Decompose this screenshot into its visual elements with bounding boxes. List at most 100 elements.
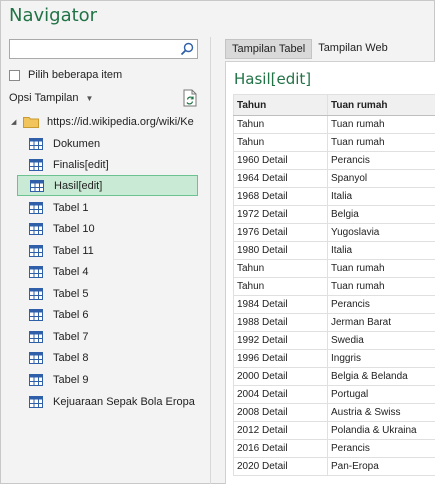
table-icon	[29, 137, 43, 150]
table-row: Tahun Tuan rumah	[233, 133, 435, 152]
tree-item-tabel-7[interactable]: Tabel 7	[17, 326, 198, 347]
table-row: 2004 Detail Portugal	[233, 385, 435, 404]
table-cell: 1972 Detail	[233, 205, 328, 224]
tree-item-label: Kejuaraan Sepak Bola Eropa U...	[53, 395, 198, 408]
table-row: 2000 Detail Belgia & Belanda	[233, 367, 435, 386]
table-cell: Perancis	[327, 295, 435, 314]
table-icon	[29, 287, 43, 300]
chevron-down-icon[interactable]: ▼	[86, 94, 94, 103]
table-row: 1976 Detail Yugoslavia	[233, 223, 435, 242]
table-cell: Tuan rumah	[327, 115, 435, 134]
table-cell: Polandia & Ukraina	[327, 421, 435, 440]
table-cell: 1988 Detail	[233, 313, 328, 332]
tree-item-hasil[interactable]: Hasil[edit]	[17, 175, 198, 196]
table-cell: 1968 Detail	[233, 187, 328, 206]
table-cell: 1976 Detail	[233, 223, 328, 242]
tree-item-label: Tabel 4	[53, 265, 89, 278]
table-cell: Italia	[327, 187, 435, 206]
refresh-icon[interactable]	[182, 89, 198, 107]
multi-select-label: Pilih beberapa item	[28, 69, 123, 81]
table-cell: Tuan rumah	[327, 277, 435, 296]
tree-item-tabel-5[interactable]: Tabel 5	[17, 283, 198, 304]
tree-item-label: Dokumen	[53, 137, 101, 150]
table-cell: 2004 Detail	[233, 385, 328, 404]
preview-pane: Hasil[edit] Tahun Tuan rumah Tahun Tuan r…	[225, 61, 435, 484]
tree-item-tabel-4[interactable]: Tabel 4	[17, 261, 198, 282]
tree-item-kejuaraan[interactable]: Kejuaraan Sepak Bola Eropa U...	[17, 391, 198, 412]
tree-item-label: Tabel 1	[53, 201, 89, 214]
table-row: 2020 Detail Pan-Eropa	[233, 457, 435, 476]
table-row: Tahun Tuan rumah	[233, 259, 435, 278]
tree-item-label: Tabel 10	[53, 222, 95, 235]
table-cell: Portugal	[327, 385, 435, 404]
table-cell: Swedia	[327, 331, 435, 350]
table-cell: Tahun	[233, 259, 328, 278]
tree-item-dokumen[interactable]: Dokumen	[17, 133, 198, 154]
table-cell: Jerman Barat	[327, 313, 435, 332]
table-row: 2012 Detail Polandia & Ukraina	[233, 421, 435, 440]
table-cell: Spanyol	[327, 169, 435, 188]
tree-root-item[interactable]: ◢ https://id.wikipedia.org/wiki/Ke	[11, 111, 201, 133]
column-header-tuan-rumah[interactable]: Tuan rumah	[327, 94, 435, 116]
search-icon[interactable]	[180, 42, 194, 56]
table-cell: Tahun	[233, 115, 328, 134]
display-options-label[interactable]: Opsi Tampilan	[9, 92, 79, 104]
table-row: 1992 Detail Swedia	[233, 331, 435, 350]
preview-table: Tahun Tuan rumah Tahun Tuan rumah Tahun Tu…	[233, 94, 435, 476]
table-row: 1996 Detail Inggris	[233, 349, 435, 368]
tree-item-finalis[interactable]: Finalis[edit]	[17, 154, 198, 175]
expand-caret-icon[interactable]: ◢	[11, 118, 19, 126]
table-row: 2008 Detail Austria & Swiss	[233, 403, 435, 422]
tree-item-tabel-9[interactable]: Tabel 9	[17, 369, 198, 390]
table-row: 1960 Detail Perancis	[233, 151, 435, 170]
tab-web-view[interactable]: Tampilan Web	[312, 39, 394, 59]
folder-icon	[23, 117, 39, 128]
pane-divider[interactable]	[210, 37, 211, 484]
table-cell: Belgia	[327, 205, 435, 224]
table-icon	[29, 308, 43, 321]
table-row: 1968 Detail Italia	[233, 187, 435, 206]
tree-item-tabel-1[interactable]: Tabel 1	[17, 197, 198, 218]
table-icon	[29, 330, 43, 343]
multi-select-row[interactable]: Pilih beberapa item	[9, 67, 122, 83]
tab-table-view[interactable]: Tampilan Tabel	[225, 39, 313, 59]
table-cell: 2016 Detail	[233, 439, 328, 458]
table-cell: Tahun	[233, 133, 328, 152]
table-cell: Yugoslavia	[327, 223, 435, 242]
table-cell: 2012 Detail	[233, 421, 328, 440]
table-icon	[29, 201, 43, 214]
table-row: 1988 Detail Jerman Barat	[233, 313, 435, 332]
table-cell: Tuan rumah	[327, 133, 435, 152]
table-row: 2016 Detail Perancis	[233, 439, 435, 458]
tree-root-label: https://id.wikipedia.org/wiki/Ke	[47, 116, 194, 128]
tree-item-tabel-10[interactable]: Tabel 10	[17, 218, 198, 239]
table-cell: 1996 Detail	[233, 349, 328, 368]
table-cell: Perancis	[327, 439, 435, 458]
table-cell: 1980 Detail	[233, 241, 328, 260]
multi-select-checkbox[interactable]	[9, 69, 20, 81]
table-cell: Italia	[327, 241, 435, 260]
table-icon	[29, 244, 43, 257]
table-cell: 2008 Detail	[233, 403, 328, 422]
tree-item-label: Tabel 11	[53, 244, 94, 257]
tree-item-tabel-8[interactable]: Tabel 8	[17, 347, 198, 368]
table-cell: 2000 Detail	[233, 367, 328, 386]
table-row: 1972 Detail Belgia	[233, 205, 435, 224]
table-row: 1964 Detail Spanyol	[233, 169, 435, 188]
table-header-row: Tahun Tuan rumah	[233, 94, 435, 116]
table-cell: Inggris	[327, 349, 435, 368]
display-options: Opsi Tampilan ▼	[9, 89, 198, 107]
table-cell: Tahun	[233, 277, 328, 296]
table-icon	[29, 373, 43, 386]
navigator-window: Navigator Pilih beberapa item Opsi Tampi…	[0, 0, 435, 484]
window-title: Navigator	[9, 5, 98, 26]
table-cell: Tuan rumah	[327, 259, 435, 278]
search-input[interactable]	[9, 39, 198, 59]
table-icon	[29, 158, 43, 171]
tree-item-label: Tabel 7	[53, 330, 89, 343]
column-header-tahun[interactable]: Tahun	[233, 94, 328, 116]
tree-item-tabel-6[interactable]: Tabel 6	[17, 304, 198, 325]
view-tabs: Tampilan Tabel Tampilan Web	[225, 39, 394, 59]
tree-item-tabel-11[interactable]: Tabel 11	[17, 240, 198, 261]
tree-item-label: Tabel 6	[53, 308, 89, 321]
